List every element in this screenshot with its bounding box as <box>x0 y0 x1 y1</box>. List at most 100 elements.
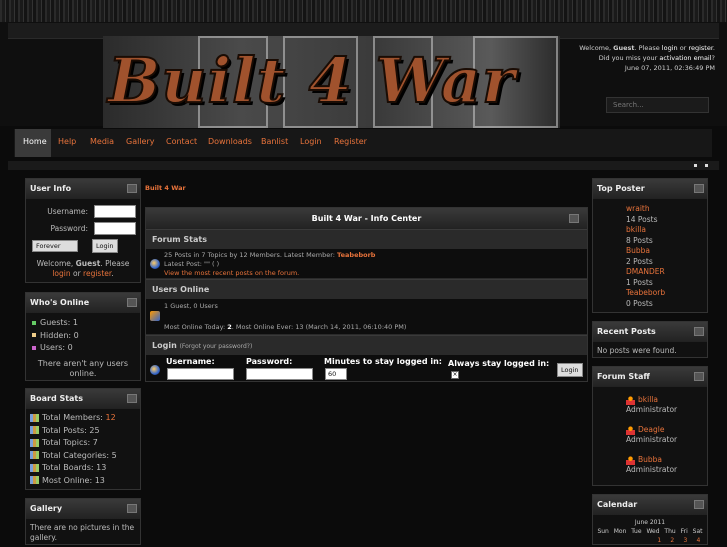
calendar-cell[interactable]: 2 <box>670 537 674 544</box>
stat-row: Total Boards: 13 <box>30 462 136 475</box>
login-header: Login (Forgot your password?) <box>146 335 587 355</box>
calendar-panel: Calendar June 2011 Sun Mon Tue Wed Thu Fri Sat… <box>592 494 708 545</box>
register-link[interactable]: register <box>83 269 111 278</box>
calendar-cell <box>619 537 629 544</box>
stats-icon <box>30 438 39 447</box>
no-posts-text: No posts were found. <box>597 346 677 355</box>
stats-icon <box>30 463 39 472</box>
staff-entry: bkilla Administrator <box>626 395 707 415</box>
calendar-cell[interactable]: 4 <box>697 537 701 544</box>
guest-dot-icon <box>32 320 36 325</box>
guests-count: Guests: 1 <box>40 318 78 327</box>
username-field[interactable] <box>167 368 234 380</box>
latest-post-text: Latest Post: "" ( ) <box>164 260 220 268</box>
login-link[interactable]: login <box>662 44 678 52</box>
day-label: Sat <box>692 528 703 535</box>
always-checkbox[interactable]: × <box>451 371 459 379</box>
duration-select[interactable]: Forever <box>32 240 78 252</box>
forgot-password-link[interactable]: (Forgot your password?) <box>180 343 253 350</box>
login-link[interactable]: login <box>52 269 70 278</box>
minutes-field[interactable]: 60 <box>325 368 347 380</box>
collapse-icon[interactable] <box>694 500 704 509</box>
staff-name[interactable]: bkilla <box>638 395 658 404</box>
panel-header: Top Poster <box>593 179 707 199</box>
search-input[interactable]: Search... <box>606 97 709 113</box>
panel-header: Board Stats <box>26 389 140 409</box>
stat-value[interactable]: 12 <box>106 413 116 422</box>
username-field[interactable] <box>94 205 136 218</box>
collapse-icon[interactable] <box>127 184 137 193</box>
nav-register[interactable]: Register <box>334 137 367 146</box>
password-label: Password: <box>246 357 293 366</box>
poster-name[interactable]: DMANDER <box>626 267 707 278</box>
password-label: Password: <box>50 224 88 233</box>
panel-header: Forum Staff <box>593 367 707 387</box>
user-info-panel: User Info Username: Password: Forever Log… <box>25 178 141 283</box>
stats-icon <box>30 476 39 484</box>
collapse-icon[interactable] <box>694 372 704 381</box>
minutes-label: Minutes to stay logged in: <box>324 357 442 366</box>
calendar-cell[interactable]: 1 <box>657 537 661 544</box>
collapse-icon[interactable] <box>127 504 137 513</box>
poster-name[interactable]: wraith <box>626 204 707 215</box>
day-label: Fri <box>680 528 688 535</box>
password-field[interactable] <box>94 222 136 235</box>
forum-stats-row: 25 Posts in 7 Topics by 12 Members. Late… <box>146 249 587 279</box>
register-link[interactable]: register <box>688 44 712 52</box>
main-nav: Home Help Media Gallery Contact Download… <box>14 129 712 157</box>
current-date: June 07, 2011, 02:36:49 PM <box>624 64 715 72</box>
online-count-text: 1 Guest, 0 Users <box>164 302 218 310</box>
welcome-text: Welcome, <box>36 259 76 268</box>
site-logo: Built 4 War <box>103 36 560 128</box>
nav-gallery[interactable]: Gallery <box>126 137 155 146</box>
nav-media[interactable]: Media <box>90 137 114 146</box>
poster-count: 14 Posts <box>626 214 658 224</box>
poster-name[interactable]: bkilla <box>626 225 707 236</box>
stat-label: Total Categories: 5 <box>42 450 117 460</box>
users-online-header: Users Online <box>146 279 587 299</box>
poster-count: 1 Posts <box>626 277 653 287</box>
poster-count: 8 Posts <box>626 235 653 245</box>
calendar-month[interactable]: June 2011 <box>593 519 707 526</box>
calendar-cell[interactable]: 3 <box>683 537 687 544</box>
panel-header: Recent Posts <box>593 322 707 342</box>
nav-login[interactable]: Login <box>300 137 322 146</box>
collapse-icon[interactable] <box>569 214 579 223</box>
collapse-icon[interactable] <box>127 298 137 307</box>
collapse-icon[interactable] <box>127 394 137 403</box>
board-stats-panel: Board Stats Total Members: 12 Total Post… <box>25 388 141 490</box>
welcome-text: . Please <box>634 44 662 52</box>
activation-email-link[interactable]: activation email <box>659 54 711 62</box>
staff-icon <box>626 395 635 405</box>
login-button[interactable]: Login <box>92 239 118 253</box>
panel-header: Who's Online <box>26 293 140 313</box>
nav-contact[interactable]: Contact <box>166 137 197 146</box>
calendar-days: Sun Mon Tue Wed Thu Fri Sat <box>593 528 707 535</box>
collapse-icon[interactable] <box>694 327 704 336</box>
breadcrumb[interactable]: Built 4 War <box>145 184 186 192</box>
stats-icon <box>30 451 39 459</box>
poster-name[interactable]: Bubba <box>626 246 707 257</box>
nav-home[interactable]: Home <box>15 129 51 157</box>
day-label: Wed <box>646 528 660 535</box>
forum-stats-header: Forum Stats <box>146 229 587 249</box>
stat-label: Total Posts: 25 <box>42 425 100 435</box>
nav-downloads[interactable]: Downloads <box>208 137 252 146</box>
staff-name[interactable]: Bubba <box>638 455 662 464</box>
password-field[interactable] <box>246 368 313 380</box>
stat-row: Total Posts: 25 <box>30 425 136 438</box>
poster-name[interactable]: Teabeborb <box>626 288 707 299</box>
latest-member-link[interactable]: Teabeborb <box>337 251 375 259</box>
welcome-text: or <box>70 269 84 278</box>
stat-label: Total Members: <box>42 413 106 422</box>
top-poster-panel: Top Poster wraith 14 Posts bkilla 8 Posts … <box>592 178 708 313</box>
panel-title: Recent Posts <box>597 327 656 336</box>
poster-count: 0 Posts <box>626 298 653 308</box>
nav-help[interactable]: Help <box>58 137 76 146</box>
nav-banlist[interactable]: Banlist <box>261 137 288 146</box>
collapse-icon[interactable] <box>694 184 704 193</box>
login-button[interactable]: Login <box>557 363 583 377</box>
panel-title: Board Stats <box>30 394 84 403</box>
staff-name[interactable]: Deagle <box>638 425 664 434</box>
recent-posts-link[interactable]: View the most recent posts on the forum. <box>164 269 375 278</box>
